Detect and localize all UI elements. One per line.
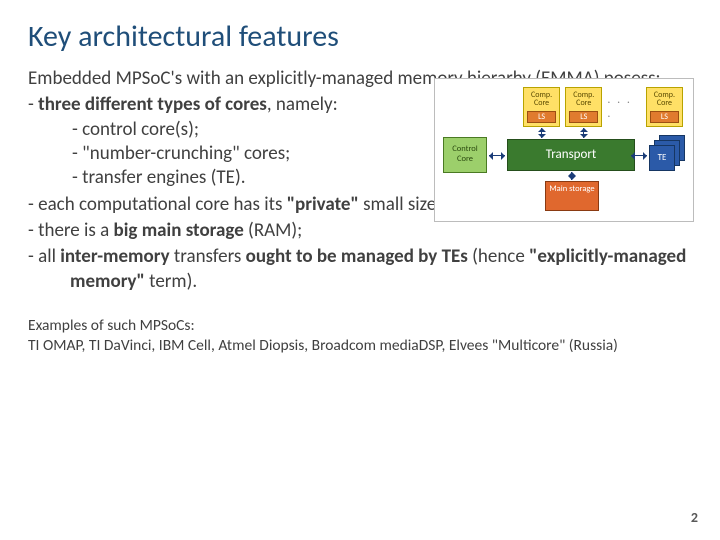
ls-label: LS [650, 111, 679, 123]
te-box: TE [649, 145, 675, 171]
comp-core-box: Comp. Core LS [565, 87, 602, 127]
text: (RAM); [244, 219, 302, 242]
control-core-label: Control Core [444, 145, 486, 165]
text: - each computational core has its [28, 193, 287, 216]
te-stack: TE [649, 135, 685, 175]
examples-section: Examples of such MPSoCs: TI OMAP, TI DaV… [28, 316, 692, 356]
comp-core-label: Comp. Core [647, 88, 682, 108]
arrow-icon [571, 172, 572, 180]
main-storage-box: Main storage [545, 181, 599, 211]
arrow-icon [541, 128, 542, 138]
page-number: 2 [691, 509, 698, 526]
arrow-icon [583, 128, 584, 138]
comp-core-label: Comp. Core [524, 88, 559, 108]
text: - all [28, 245, 60, 268]
text: (hence [468, 245, 529, 268]
transport-box: Transport [507, 139, 635, 171]
examples-list: TI OMAP, TI DaVinci, IBM Cell, Atmel Dio… [28, 336, 692, 356]
arrow-icon [631, 155, 647, 156]
arrow-icon [489, 155, 505, 156]
ls-label: LS [569, 111, 598, 123]
text: , namely: [267, 93, 338, 116]
bullet-te-managed: - all inter-memory transfers ought to be… [28, 245, 692, 294]
comp-core-label: Comp. Core [566, 88, 601, 108]
comp-core-box: Comp. Core LS [523, 87, 560, 127]
comp-core-box: Comp. Core LS [646, 87, 683, 127]
text: - there is a [28, 219, 114, 242]
text: transfers [170, 245, 246, 268]
text-bold: ought to be managed by TEs [246, 245, 468, 268]
text-bold: "private" [287, 193, 359, 216]
ellipsis-icon: . . . . [607, 93, 640, 121]
text-bold: big main storage [114, 219, 244, 242]
text-bold: three different types of cores [38, 93, 267, 116]
slide-title: Key architectural features [0, 0, 720, 61]
text: term). [145, 270, 197, 293]
bullet-main-storage: - there is a big main storage (RAM); [28, 219, 692, 243]
text-bold: inter-memory [60, 245, 169, 268]
examples-heading: Examples of such MPSoCs: [28, 316, 692, 336]
ls-label: LS [527, 111, 556, 123]
control-core-box: Control Core [443, 137, 487, 173]
comp-core-row: Comp. Core LS Comp. Core LS . . . . Comp… [523, 87, 683, 127]
architecture-diagram: Comp. Core LS Comp. Core LS . . . . Comp… [434, 78, 694, 222]
text: - [28, 93, 38, 116]
